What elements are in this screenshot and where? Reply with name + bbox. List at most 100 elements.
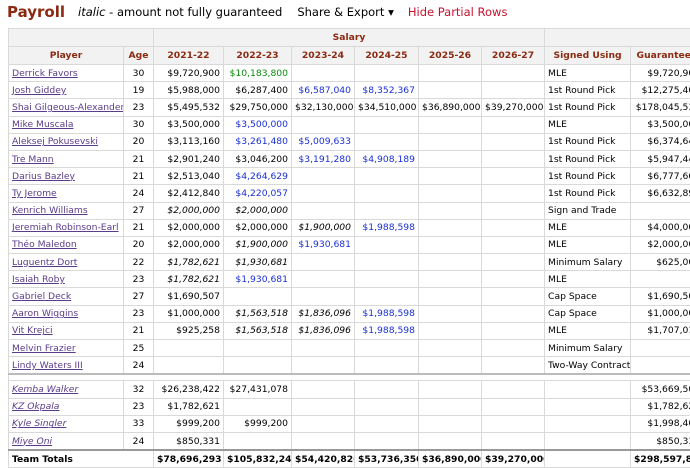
salary-cell [292, 340, 355, 357]
salary-cell: $1,900,000 [224, 236, 292, 253]
column-header[interactable]: 2025-26 [419, 47, 482, 65]
salary-cell [482, 65, 545, 82]
salary-cell [482, 305, 545, 322]
player-link[interactable]: Isaiah Roby [9, 271, 124, 288]
salary-cell [292, 185, 355, 202]
salary-cell [419, 340, 482, 357]
age-cell: 23 [124, 271, 154, 288]
salary-cell [482, 340, 545, 357]
hide-partial-rows-link[interactable]: Hide Partial Rows [408, 5, 508, 19]
salary-cell [482, 432, 545, 450]
salary-cell: $2,000,000 [154, 202, 224, 219]
table-row: Josh Giddey19$5,988,000$6,287,400$6,587,… [9, 82, 690, 99]
age-cell: 30 [124, 116, 154, 133]
column-header[interactable]: 2022-23 [224, 47, 292, 65]
guaranteed-cell [631, 271, 690, 288]
table-row: Melvin Frazier25Minimum Salary [9, 340, 690, 357]
column-header[interactable]: 2023-24 [292, 47, 355, 65]
legend-note: italic - amount not fully guaranteed [78, 5, 282, 19]
salary-cell: $3,261,480 [224, 133, 292, 150]
column-header[interactable]: Signed Using [545, 47, 631, 65]
salary-cell [355, 65, 419, 82]
table-row: Darius Bazley21$2,513,040$4,264,6291st R… [9, 168, 690, 185]
column-header[interactable]: 2026-27 [482, 47, 545, 65]
salary-cell: $5,988,000 [154, 82, 224, 99]
guaranteed-cell: $6,374,640 [631, 133, 690, 150]
salary-cell: $1,000,000 [154, 305, 224, 322]
share-export-button[interactable]: Share & Export ▾ [297, 5, 394, 19]
table-row: Théo Maledon20$2,000,000$1,900,000$1,930… [9, 236, 690, 253]
column-header[interactable]: 2024-25 [355, 47, 419, 65]
salary-cell: $2,000,000 [224, 202, 292, 219]
legend-italic-word: italic [78, 5, 105, 19]
age-cell: 21 [124, 168, 154, 185]
salary-cell [292, 168, 355, 185]
salary-cell [482, 202, 545, 219]
player-link[interactable]: Théo Maledon [9, 236, 124, 253]
salary-cell: $5,495,532 [154, 99, 224, 116]
salary-cell: $925,258 [154, 322, 224, 339]
salary-cell: $2,901,240 [154, 150, 224, 167]
signed-using-cell: Cap Space [545, 305, 631, 322]
salary-cell: $3,113,160 [154, 133, 224, 150]
signed-using-cell: MLE [545, 219, 631, 236]
player-link[interactable]: Miye Oni [9, 432, 124, 450]
guaranteed-cell [631, 357, 690, 375]
age-cell: 21 [124, 219, 154, 236]
column-header[interactable]: Guaranteed [631, 47, 690, 65]
guaranteed-cell [631, 202, 690, 219]
player-link[interactable]: Darius Bazley [9, 168, 124, 185]
player-link[interactable]: Mike Muscala [9, 116, 124, 133]
salary-cell [292, 357, 355, 375]
total-salary-cell: $78,696,293 [154, 450, 224, 468]
age-cell: 19 [124, 82, 154, 99]
column-header[interactable]: 2021-22 [154, 47, 224, 65]
age-cell: 24 [124, 357, 154, 375]
salary-cell [482, 398, 545, 415]
salary-cell [419, 381, 482, 398]
salary-cell: $1,930,681 [224, 271, 292, 288]
age-cell: 21 [124, 150, 154, 167]
player-link[interactable]: Jeremiah Robinson-Earl [9, 219, 124, 236]
player-link[interactable]: Kemba Walker [9, 381, 124, 398]
player-link[interactable]: Kenrich Williams [9, 202, 124, 219]
group-header-blank-right [545, 29, 690, 47]
salary-cell [419, 65, 482, 82]
player-link[interactable]: Lindy Waters III [9, 357, 124, 375]
player-link[interactable]: Aleksej Pokusevski [9, 133, 124, 150]
salary-cell [224, 398, 292, 415]
total-salary-cell: $105,832,242 [224, 450, 292, 468]
player-link[interactable]: Ty Jerome [9, 185, 124, 202]
guaranteed-cell: $12,275,400 [631, 82, 690, 99]
salary-cell [224, 340, 292, 357]
salary-cell: $9,720,900 [154, 65, 224, 82]
player-link[interactable]: Gabriel Deck [9, 288, 124, 305]
player-link[interactable]: Luguentz Dort [9, 254, 124, 271]
signed-using-cell: Cap Space [545, 288, 631, 305]
player-link[interactable]: Aaron Wiggins [9, 305, 124, 322]
player-link[interactable]: Tre Mann [9, 150, 124, 167]
player-link[interactable]: Melvin Frazier [9, 340, 124, 357]
player-link[interactable]: Kyle Singler [9, 415, 124, 432]
column-header[interactable]: Age [124, 47, 154, 65]
salary-cell [419, 168, 482, 185]
salary-cell [292, 415, 355, 432]
salary-cell: $2,412,840 [154, 185, 224, 202]
signed-using-cell: MLE [545, 236, 631, 253]
salary-cell: $1,930,681 [292, 236, 355, 253]
team-totals-row: Team Totals$78,696,293$105,832,242$54,42… [9, 450, 690, 468]
player-link[interactable]: Derrick Favors [9, 65, 124, 82]
payroll-toolbar: Payroll italic - amount not fully guaran… [0, 0, 690, 24]
salary-cell [419, 202, 482, 219]
age-cell: 20 [124, 133, 154, 150]
age-cell: 27 [124, 288, 154, 305]
player-link[interactable]: Vit Krejci [9, 322, 124, 339]
player-link[interactable]: Josh Giddey [9, 82, 124, 99]
column-header[interactable]: Player [9, 47, 124, 65]
salary-cell [355, 357, 419, 375]
player-link[interactable]: KZ Okpala [9, 398, 124, 415]
guaranteed-cell: $625,000 [631, 254, 690, 271]
player-link[interactable]: Shai Gilgeous-Alexander [9, 99, 124, 116]
page-title: Payroll [7, 3, 65, 21]
age-cell: 30 [124, 65, 154, 82]
